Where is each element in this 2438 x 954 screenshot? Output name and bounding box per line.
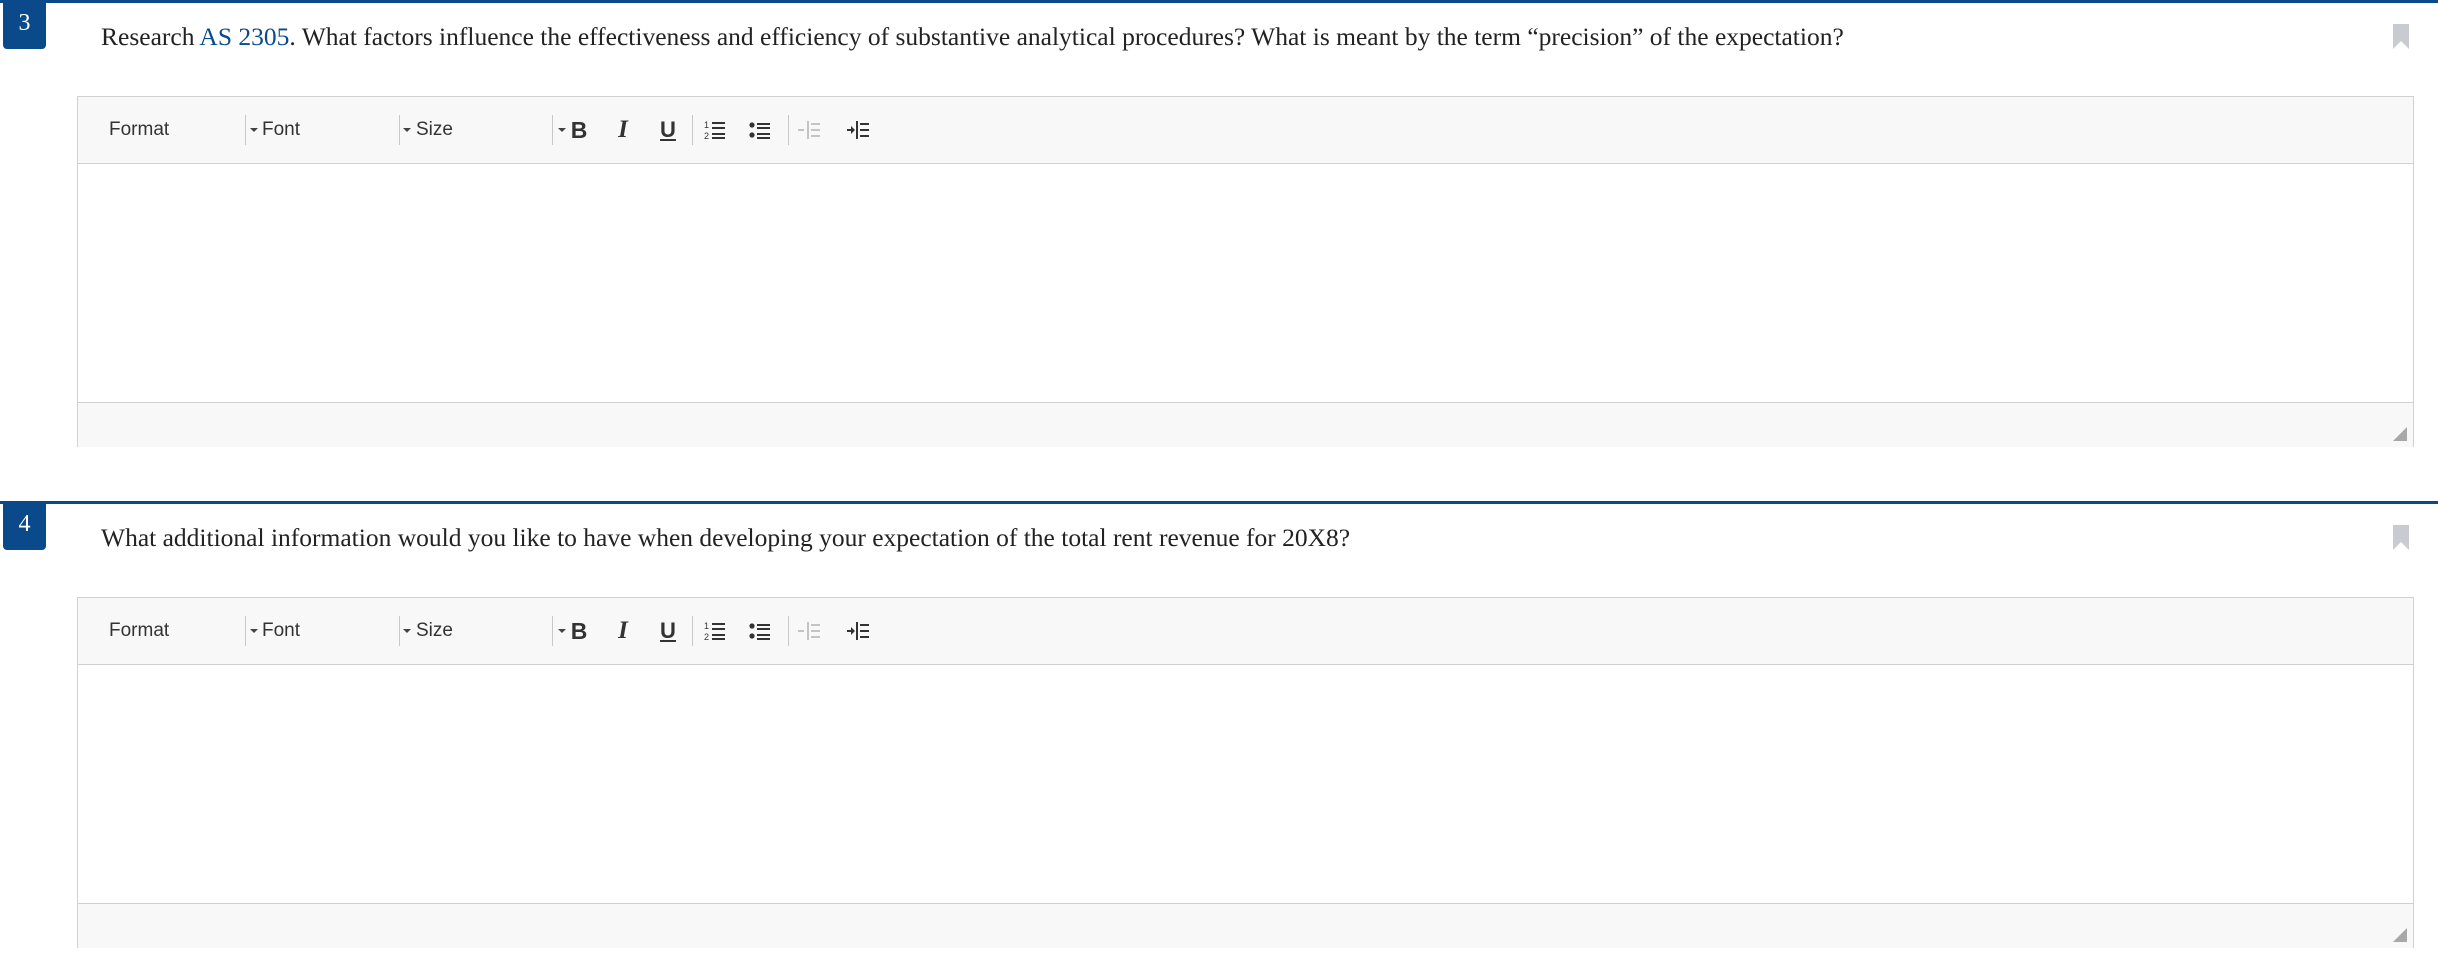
toolbar-separator	[399, 616, 400, 646]
size-dropdown-label: Size	[416, 620, 453, 641]
question-4: 4 What additional information would you …	[0, 501, 2438, 954]
toolbar-separator	[552, 616, 553, 646]
svg-text:2: 2	[704, 131, 709, 141]
decrease-indent-icon	[798, 622, 820, 640]
editor-text-area[interactable]	[78, 164, 2413, 402]
toolbar-separator	[552, 115, 553, 145]
bulleted-list-button[interactable]	[743, 113, 777, 147]
toolbar-separator	[692, 616, 693, 646]
editor-status-bar	[78, 903, 2413, 948]
format-dropdown-label: Format	[109, 620, 170, 641]
editor-toolbar: Format Font Size B I U 1 2	[78, 97, 2413, 164]
bookmark-icon[interactable]	[2390, 523, 2412, 553]
question-number-badge: 4	[3, 504, 46, 550]
toolbar-separator	[399, 115, 400, 145]
chevron-down-icon	[250, 128, 258, 132]
bulleted-list-icon	[749, 623, 770, 640]
toolbar-separator	[692, 115, 693, 145]
question-number-badge: 3	[3, 3, 46, 49]
question-3: 3 Research AS 2305. What factors influen…	[0, 0, 2438, 460]
size-dropdown[interactable]: Size	[416, 612, 566, 650]
toolbar-separator	[788, 115, 789, 145]
increase-indent-icon	[847, 121, 869, 139]
toolbar-separator	[245, 616, 246, 646]
question-divider	[0, 501, 2438, 504]
chevron-down-icon	[403, 128, 411, 132]
editor-status-bar	[78, 402, 2413, 447]
underline-button[interactable]: U	[651, 614, 685, 648]
increase-indent-icon	[847, 622, 869, 640]
decrease-indent-button	[792, 113, 826, 147]
question-prompt-text-continued: . What factors influence the effectivene…	[289, 22, 1844, 51]
bulleted-list-button[interactable]	[743, 614, 777, 648]
font-dropdown[interactable]: Font	[262, 111, 411, 149]
chevron-down-icon	[250, 629, 258, 633]
question-divider	[0, 0, 2438, 3]
numbered-list-button[interactable]: 1 2	[698, 614, 732, 648]
size-dropdown-label: Size	[416, 119, 453, 140]
toolbar-separator	[245, 115, 246, 145]
font-dropdown-label: Font	[262, 119, 301, 140]
format-dropdown[interactable]: Format	[109, 111, 258, 149]
question-prompt-text: What additional information would you li…	[101, 523, 1351, 552]
question-prompt-text: Research	[101, 22, 200, 51]
bold-button[interactable]: B	[562, 113, 596, 147]
font-dropdown[interactable]: Font	[262, 612, 411, 650]
answer-editor: Format Font Size B I U 1 2	[77, 96, 2414, 447]
format-dropdown[interactable]: Format	[109, 612, 258, 650]
chevron-down-icon	[403, 629, 411, 633]
underline-button[interactable]: U	[651, 113, 685, 147]
increase-indent-button[interactable]	[841, 614, 875, 648]
resize-handle-icon[interactable]	[2393, 427, 2407, 441]
increase-indent-button[interactable]	[841, 113, 875, 147]
format-dropdown-label: Format	[109, 119, 170, 140]
italic-button[interactable]: I	[606, 614, 640, 648]
numbered-list-button[interactable]: 1 2	[698, 113, 732, 147]
resize-handle-icon[interactable]	[2393, 928, 2407, 942]
editor-toolbar: Format Font Size B I U 1 2	[78, 598, 2413, 665]
bookmark-icon[interactable]	[2390, 22, 2412, 52]
decrease-indent-button	[792, 614, 826, 648]
decrease-indent-icon	[798, 121, 820, 139]
numbered-list-icon: 1 2	[704, 120, 725, 141]
question-prompt: What additional information would you li…	[101, 521, 1350, 555]
size-dropdown[interactable]: Size	[416, 111, 566, 149]
answer-editor: Format Font Size B I U 1 2	[77, 597, 2414, 948]
bold-button[interactable]: B	[562, 614, 596, 648]
italic-button[interactable]: I	[606, 113, 640, 147]
svg-text:2: 2	[704, 632, 709, 642]
question-prompt: Research AS 2305. What factors influence…	[101, 20, 1844, 54]
editor-text-area[interactable]	[78, 665, 2413, 903]
bulleted-list-icon	[749, 122, 770, 139]
svg-text:1: 1	[704, 621, 709, 631]
svg-text:1: 1	[704, 120, 709, 130]
toolbar-separator	[788, 616, 789, 646]
as-2305-link[interactable]: AS 2305	[199, 22, 289, 51]
numbered-list-icon: 1 2	[704, 621, 725, 642]
font-dropdown-label: Font	[262, 620, 301, 641]
